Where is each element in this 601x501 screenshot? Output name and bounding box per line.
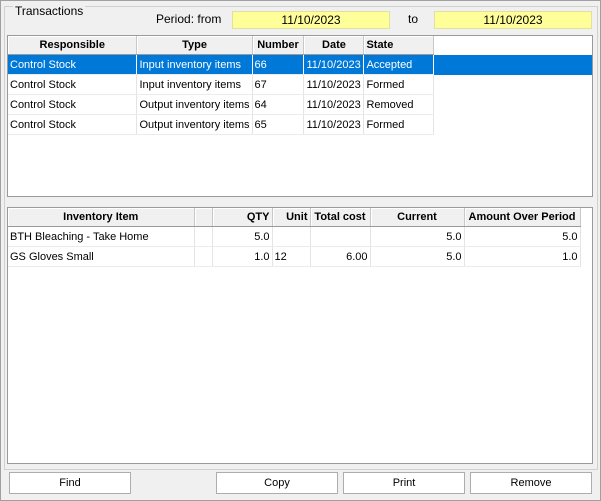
- cell-current: 5.0: [370, 226, 465, 247]
- copy-button[interactable]: Copy: [216, 472, 338, 494]
- cell-total-cost: [310, 226, 371, 247]
- transactions-header-row: Responsible Type Number Date State: [8, 36, 592, 55]
- transaction-row[interactable]: Control Stock Output inventory items 65 …: [8, 114, 592, 135]
- transaction-row[interactable]: Control Stock Output inventory items 64 …: [8, 94, 592, 115]
- period-to-input[interactable]: [434, 11, 592, 29]
- column-header-responsible[interactable]: Responsible: [8, 36, 138, 55]
- cell-inventory-item: GS Gloves Small: [8, 246, 195, 267]
- period-from-input[interactable]: [232, 11, 390, 29]
- row-filler: [434, 95, 592, 115]
- cell-amount-over-period: 5.0: [464, 226, 581, 247]
- column-header-unit[interactable]: Unit: [272, 208, 311, 227]
- column-header-inventory-item[interactable]: Inventory Item: [8, 208, 195, 227]
- cell-responsible: Control Stock: [8, 54, 138, 75]
- transaction-row[interactable]: Control Stock Input inventory items 66 1…: [8, 54, 592, 75]
- cell-blank: [194, 246, 213, 267]
- print-button[interactable]: Print: [343, 472, 465, 494]
- transactions-table: Responsible Type Number Date State Contr…: [8, 36, 592, 135]
- column-header-amount-over-period[interactable]: Amount Over Period: [464, 208, 581, 227]
- cell-responsible: Control Stock: [8, 114, 138, 135]
- cell-number: 66: [252, 54, 305, 75]
- cell-amount-over-period: 1.0: [464, 246, 581, 267]
- cell-date: 11/10/2023: [303, 114, 365, 135]
- cell-date: 11/10/2023: [303, 94, 365, 115]
- column-header-current[interactable]: Current: [370, 208, 465, 227]
- cell-state: Removed: [363, 94, 435, 115]
- remove-button[interactable]: Remove: [470, 472, 592, 494]
- cell-type: Input inventory items: [136, 54, 253, 75]
- cell-blank: [194, 226, 213, 247]
- cell-unit: 12: [272, 246, 311, 267]
- inventory-item-row[interactable]: BTH Bleaching - Take Home 5.0 5.0 5.0: [8, 226, 581, 247]
- column-header-qty[interactable]: QTY: [212, 208, 273, 227]
- row-filler: [434, 115, 592, 135]
- group-title: Transactions: [13, 4, 86, 18]
- inventory-item-row[interactable]: GS Gloves Small 1.0 12 6.00 5.0 1.0: [8, 246, 581, 267]
- column-header-date[interactable]: Date: [303, 36, 365, 55]
- period-from-label: Period: from: [156, 12, 222, 26]
- column-header-blank[interactable]: [194, 208, 213, 227]
- period-to-label: to: [408, 12, 419, 26]
- find-button[interactable]: Find: [9, 472, 131, 494]
- cell-qty: 5.0: [212, 226, 273, 247]
- inventory-items-table: Inventory Item QTY Unit Total cost Curre…: [8, 208, 581, 267]
- transaction-row[interactable]: Control Stock Input inventory items 67 1…: [8, 74, 592, 95]
- cell-total-cost: 6.00: [310, 246, 371, 267]
- items-header-row: Inventory Item QTY Unit Total cost Curre…: [8, 208, 581, 227]
- cell-type: Output inventory items: [136, 114, 253, 135]
- column-header-total-cost[interactable]: Total cost: [310, 208, 371, 227]
- transactions-grid[interactable]: Responsible Type Number Date State Contr…: [7, 35, 593, 197]
- cell-number: 67: [252, 74, 305, 95]
- cell-type: Input inventory items: [136, 74, 253, 95]
- header-filler: [434, 36, 592, 55]
- cell-number: 64: [252, 94, 305, 115]
- cell-inventory-item: BTH Bleaching - Take Home: [8, 226, 195, 247]
- cell-state: Formed: [363, 74, 435, 95]
- column-header-state[interactable]: State: [363, 36, 435, 55]
- cell-qty: 1.0: [212, 246, 273, 267]
- cell-unit: [272, 226, 311, 247]
- cell-date: 11/10/2023: [303, 74, 365, 95]
- cell-responsible: Control Stock: [8, 94, 138, 115]
- cell-current: 5.0: [370, 246, 465, 267]
- row-filler: [433, 54, 592, 75]
- cell-state: Accepted: [363, 54, 435, 75]
- cell-responsible: Control Stock: [8, 74, 138, 95]
- row-filler: [434, 75, 592, 95]
- cell-type: Output inventory items: [136, 94, 253, 115]
- column-header-number[interactable]: Number: [252, 36, 305, 55]
- column-header-type[interactable]: Type: [136, 36, 253, 55]
- cell-state: Formed: [363, 114, 435, 135]
- cell-date: 11/10/2023: [303, 54, 365, 75]
- inventory-items-grid[interactable]: Inventory Item QTY Unit Total cost Curre…: [7, 207, 593, 464]
- cell-number: 65: [252, 114, 305, 135]
